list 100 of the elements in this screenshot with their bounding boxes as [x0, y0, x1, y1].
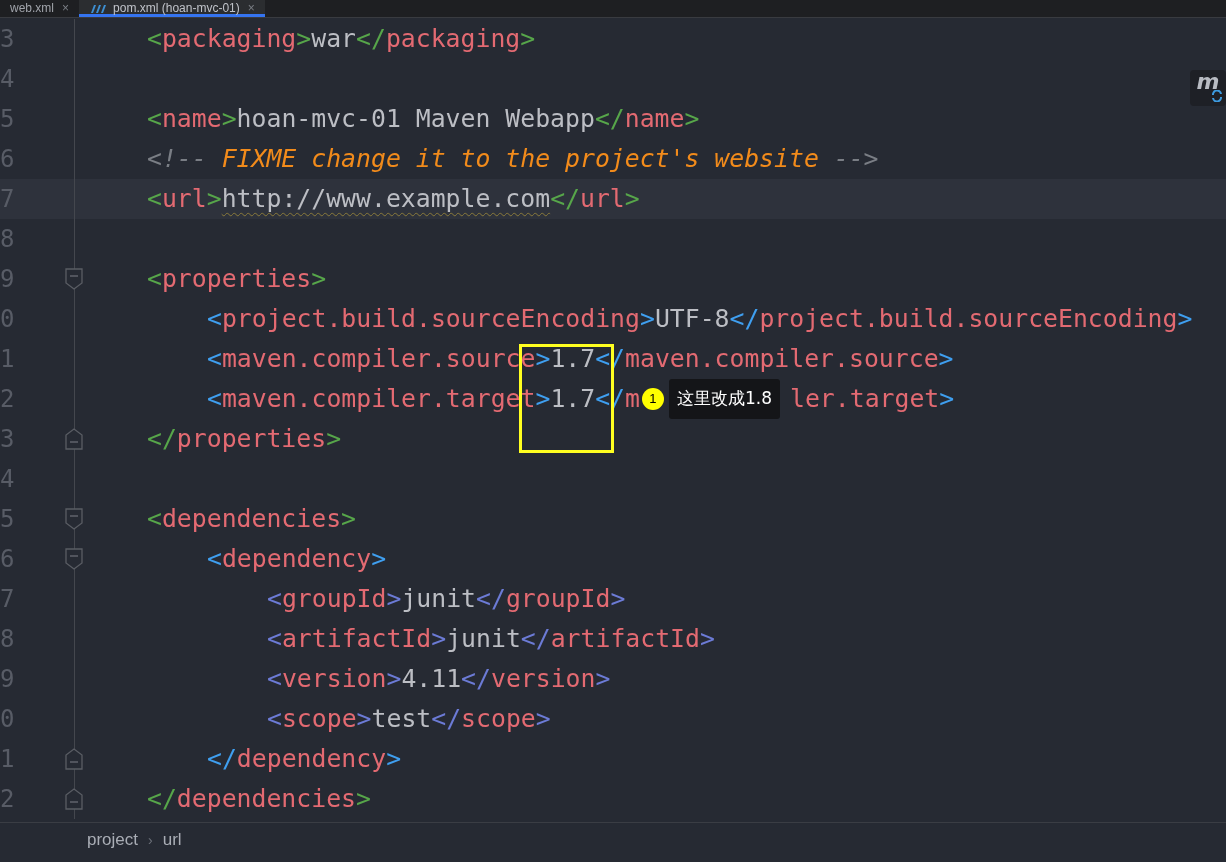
code-token: test — [371, 703, 432, 736]
code-token: < — [207, 343, 222, 376]
code-token: > — [535, 383, 551, 416]
code-token: > — [296, 23, 312, 56]
code-token: scope — [461, 703, 536, 736]
code-token: FIXME change it to the project's website — [221, 143, 819, 176]
code-token: < — [207, 543, 222, 576]
code-token: > — [938, 343, 954, 376]
maven-icon — [89, 3, 108, 13]
code-token: < — [147, 503, 162, 536]
code-token: > — [684, 103, 700, 136]
code-token: > — [535, 703, 551, 736]
code-token: version — [281, 663, 387, 696]
code-token: > — [326, 423, 342, 456]
code-token: < — [267, 623, 282, 656]
code-token: </ — [431, 703, 462, 736]
code-token: > — [356, 783, 371, 816]
step-marker: 1 — [642, 388, 664, 410]
code-token: --> — [832, 143, 879, 176]
code-token: > — [221, 103, 237, 136]
close-icon[interactable]: × — [62, 1, 70, 15]
code-token: dependencies — [176, 783, 356, 816]
close-icon[interactable]: × — [247, 1, 255, 15]
code-token: > — [610, 583, 626, 616]
code-token: > — [520, 23, 536, 56]
code-token: url — [161, 183, 207, 216]
breadcrumb-item[interactable]: project — [87, 827, 139, 853]
fold-icon[interactable] — [65, 788, 83, 810]
code-token: m — [625, 383, 640, 416]
code-token: dependency — [236, 743, 387, 776]
code-token: > — [535, 343, 551, 376]
code-token: scope — [281, 703, 357, 736]
code-token: </ — [594, 103, 625, 136]
code-token: packaging — [161, 23, 297, 56]
fold-icon[interactable] — [65, 548, 83, 570]
code-token: name — [624, 103, 685, 136]
code-token: < — [147, 263, 162, 296]
code-token: project.build.sourceEncoding — [759, 303, 1178, 336]
code-token: < — [267, 663, 282, 696]
code-token: name — [161, 103, 222, 136]
code-token: </ — [476, 583, 506, 616]
fold-icon[interactable] — [65, 428, 83, 450]
code-token: > — [371, 543, 387, 576]
fold-icon[interactable] — [65, 748, 83, 770]
code-token: < — [147, 23, 162, 56]
code-token: </ — [207, 743, 237, 776]
code-token: 4.11 — [401, 663, 462, 696]
code-token: > — [386, 743, 402, 776]
code-token: < — [267, 583, 282, 616]
code-token: < — [207, 303, 222, 336]
code-token: < — [147, 103, 162, 136]
file-tab[interactable]: web.xml × — [0, 0, 80, 17]
fold-icon[interactable] — [65, 268, 83, 290]
code-token: UTF-8 — [654, 303, 730, 336]
code-token: </ — [520, 623, 551, 656]
code-token: packaging — [385, 23, 521, 56]
code-token: </ — [461, 663, 491, 696]
code-token: </ — [729, 303, 760, 336]
code-token: > — [386, 583, 402, 616]
code-token: > — [939, 383, 955, 416]
code-token: </ — [356, 23, 386, 56]
code-token: dependencies — [161, 503, 342, 536]
code-token: < — [207, 383, 222, 416]
code-token: <!-- — [147, 143, 208, 176]
maven-reload-button[interactable]: m — [1190, 70, 1226, 106]
code-token: > — [206, 183, 222, 216]
code-token: properties — [161, 263, 312, 296]
code-token: groupId — [505, 583, 611, 616]
code-token: > — [341, 503, 357, 536]
code-token: </ — [147, 783, 177, 816]
breadcrumb-separator: › — [148, 830, 153, 850]
code-token: 1.7 — [550, 383, 596, 416]
code-token: > — [1177, 303, 1193, 336]
code-token: 1.7 — [550, 343, 596, 376]
code-token: junit — [401, 583, 477, 616]
code-token: > — [595, 663, 611, 696]
code-token: hoan-mvc-01 Maven Webapp — [236, 103, 595, 136]
code-token: > — [431, 623, 447, 656]
code-token: > — [311, 263, 327, 296]
code-token: </ — [550, 183, 580, 216]
code-token: project.build.sourceEncoding — [221, 303, 640, 336]
code-token: < — [267, 703, 282, 736]
code-token: url — [580, 183, 625, 216]
code-token: artifactId — [281, 623, 432, 656]
code-token: junit — [446, 623, 521, 656]
code-token: properties — [176, 423, 327, 456]
file-tab[interactable]: pom.xml (hoan-mvc-01) × — [79, 0, 265, 17]
breadcrumb-item[interactable]: url — [162, 827, 182, 853]
code-token: > — [700, 623, 715, 656]
code-token: groupId — [281, 583, 387, 616]
code-token: > — [639, 303, 655, 336]
misspelled-code-token: http://www.example.com — [221, 183, 551, 216]
code-token: > — [386, 663, 402, 696]
code-token: artifactId — [550, 623, 700, 656]
fold-icon[interactable] — [65, 508, 83, 530]
refresh-icon — [1211, 90, 1223, 102]
code-token: > — [624, 183, 640, 216]
code-token: war — [311, 23, 357, 56]
code-token: maven.compiler.source — [625, 343, 939, 376]
annotation-callout: 这里改成1.8 — [669, 379, 781, 419]
